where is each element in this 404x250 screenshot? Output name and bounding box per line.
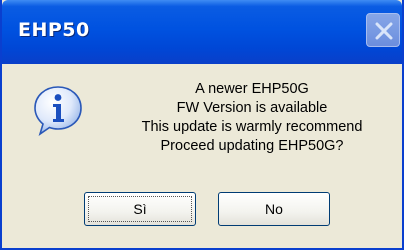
- yes-button-label: Sì: [133, 201, 147, 217]
- no-button-label: No: [265, 201, 283, 217]
- message-line: Proceed updating EHP50G?: [160, 138, 344, 154]
- dialog-message: A newer EHP50G FW Version is available T…: [102, 80, 402, 156]
- window-title: EHP50: [18, 19, 90, 41]
- close-button[interactable]: [366, 13, 400, 47]
- title-bar[interactable]: EHP50: [2, 0, 402, 64]
- close-icon: [375, 22, 393, 40]
- info-icon: [34, 86, 82, 136]
- message-line: FW Version is available: [176, 100, 328, 116]
- message-line: A newer EHP50G: [195, 81, 309, 97]
- no-button[interactable]: No: [218, 192, 330, 226]
- yes-button[interactable]: Sì: [84, 192, 196, 226]
- message-line: This update is warmly recommend: [141, 119, 363, 135]
- dialog-window: EHP50 A newer EHP50G FW Version is avail…: [0, 0, 404, 250]
